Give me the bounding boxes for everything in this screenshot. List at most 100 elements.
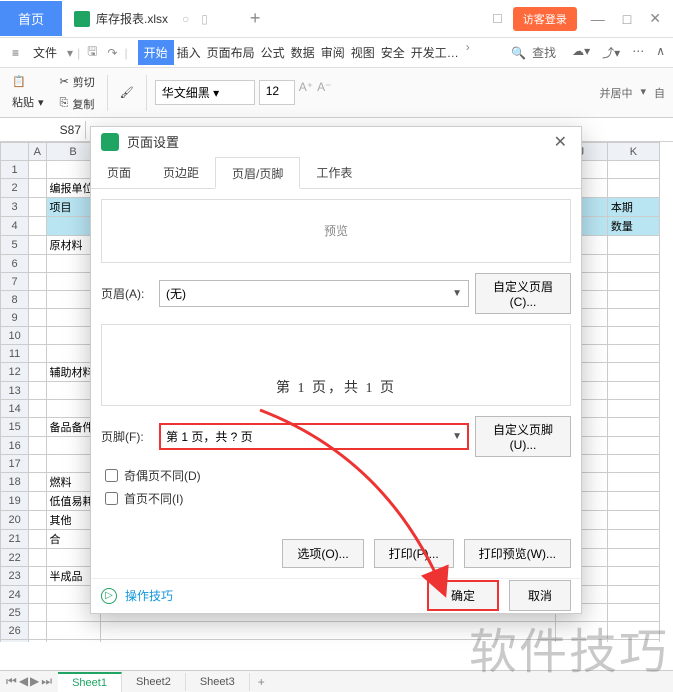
page-setup-dialog: 页面设置 ✕ 页面 页边距 页眉/页脚 工作表 预览 页眉(A): (无)▼ 自… [90, 126, 582, 614]
footer-select[interactable]: 第 1 页，共 ? 页▼ [159, 423, 469, 450]
ribbon-tab-formula[interactable]: 公式 [258, 40, 288, 65]
row-header[interactable]: 16 [1, 437, 29, 455]
cell[interactable] [46, 622, 100, 640]
row-header[interactable]: 3 [1, 198, 29, 217]
ribbon-tab-start[interactable]: 开始 [138, 40, 174, 65]
auto-button[interactable]: 自 [654, 85, 665, 101]
custom-footer-button[interactable]: 自定义页脚(U)... [475, 416, 571, 457]
header-select[interactable]: (无)▼ [159, 280, 469, 307]
ribbon-tab-page-layout[interactable]: 页面布局 [204, 40, 258, 65]
collapse-ribbon-icon[interactable]: ∧ [656, 44, 665, 61]
row-header[interactable]: 26 [1, 622, 29, 640]
chevron-down-icon: ▼ [452, 288, 462, 299]
dialog-close-button[interactable]: ✕ [550, 128, 571, 156]
row-header[interactable]: 12 [1, 363, 29, 382]
options-button[interactable]: 选项(O)... [282, 539, 363, 568]
minimize-button[interactable]: — [587, 7, 609, 31]
save-icon[interactable]: 🖫 [84, 42, 100, 63]
row-header[interactable]: 2 [1, 179, 29, 198]
search-label[interactable]: 查找 [532, 44, 556, 61]
row-header[interactable]: 25 [1, 604, 29, 622]
sheet-tab-1[interactable]: Sheet1 [58, 672, 122, 692]
cancel-button[interactable]: 取消 [509, 580, 571, 611]
ribbon-tab-view[interactable]: 视图 [348, 40, 378, 65]
print-button[interactable]: 打印(P)... [374, 539, 454, 568]
row-header[interactable]: 5 [1, 236, 29, 255]
row-header[interactable]: 20 [1, 511, 29, 530]
new-tab-button[interactable]: + [240, 8, 271, 29]
ribbon-tab-review[interactable]: 审阅 [318, 40, 348, 65]
row-header[interactable]: 24 [1, 586, 29, 604]
copy-button[interactable]: ⎘复制 [56, 94, 99, 114]
col-header[interactable]: A [29, 143, 46, 161]
merge-center-button[interactable]: 并居中 [599, 85, 632, 101]
row-header[interactable]: 8 [1, 291, 29, 309]
file-menu[interactable]: 文件 [27, 40, 63, 65]
add-sheet-button[interactable]: + [250, 675, 273, 689]
row-header[interactable]: 15 [1, 418, 29, 437]
row-header[interactable]: 10 [1, 327, 29, 345]
ok-button[interactable]: 确定 [427, 580, 499, 611]
cut-button[interactable]: ✂剪切 [56, 72, 99, 92]
more-icon[interactable]: ⋯ [632, 44, 644, 61]
name-box[interactable]: S87 [0, 121, 86, 139]
row-header[interactable]: 18 [1, 473, 29, 492]
first-page-checkbox[interactable] [105, 492, 118, 505]
cloud-icon[interactable]: ☁▾ [572, 44, 590, 61]
row-header[interactable]: 7 [1, 273, 29, 291]
row-header[interactable]: 9 [1, 309, 29, 327]
dialog-tab-sheet[interactable]: 工作表 [300, 157, 368, 188]
sheet-nav-first[interactable]: ⏮ [6, 674, 17, 689]
row-header[interactable]: 14 [1, 400, 29, 418]
print-preview-button[interactable]: 打印预览(W)... [464, 539, 571, 568]
window-close-button[interactable]: ✕ [645, 6, 665, 31]
file-tab[interactable]: 库存报表.xlsx ○ ▯ [62, 4, 220, 33]
font-name-select[interactable]: 华文细黑 ▾ [155, 80, 255, 105]
ribbon-tab-insert[interactable]: 插入 [174, 40, 204, 65]
ribbon-tab-data[interactable]: 数据 [288, 40, 318, 65]
redo-icon[interactable]: ↷ [104, 46, 120, 60]
share-icon[interactable]: ⤴▾ [602, 44, 620, 61]
col-header[interactable]: K [607, 143, 659, 161]
row-header[interactable]: 11 [1, 345, 29, 363]
odd-even-checkbox[interactable] [105, 469, 118, 482]
sheet-nav-prev[interactable]: ◀ [19, 674, 28, 689]
hamburger-icon[interactable]: ≡ [8, 42, 23, 64]
row-header[interactable]: 27 [1, 640, 29, 643]
increase-font-icon[interactable]: A⁺ [299, 80, 313, 105]
paste-label[interactable]: 粘贴▾ [8, 92, 48, 112]
row-header[interactable]: 23 [1, 567, 29, 586]
select-all-corner[interactable] [1, 143, 29, 161]
ribbon-tab-security[interactable]: 安全 [378, 40, 408, 65]
row-header[interactable]: 17 [1, 455, 29, 473]
row-header[interactable]: 19 [1, 492, 29, 511]
row-header[interactable]: 1 [1, 161, 29, 179]
search-icon: 🔍 [511, 46, 526, 60]
custom-header-button[interactable]: 自定义页眉(C)... [475, 273, 571, 314]
cell[interactable] [46, 640, 100, 643]
bell-icon[interactable]: ☐ [492, 12, 503, 26]
font-size-select[interactable]: 12 [259, 80, 295, 105]
dialog-tab-header-footer[interactable]: 页眉/页脚 [215, 157, 300, 189]
sheet-nav-last[interactable]: ⏭ [41, 674, 52, 689]
maximize-button[interactable]: □ [619, 7, 635, 31]
row-header[interactable]: 21 [1, 530, 29, 549]
row-header[interactable]: 6 [1, 255, 29, 273]
dialog-tab-margins[interactable]: 页边距 [147, 157, 215, 188]
sheet-nav-next[interactable]: ▶ [30, 674, 39, 689]
row-header[interactable]: 4 [1, 217, 29, 236]
sheet-tab-3[interactable]: Sheet3 [186, 673, 250, 691]
row-header[interactable]: 13 [1, 382, 29, 400]
help-icon[interactable]: ▷ [101, 588, 117, 604]
home-tab[interactable]: 首页 [0, 1, 62, 36]
dialog-tab-page[interactable]: 页面 [91, 157, 147, 188]
help-link[interactable]: 操作技巧 [125, 587, 173, 604]
sheet-tab-2[interactable]: Sheet2 [122, 673, 186, 691]
paste-button[interactable]: 📋 [8, 73, 30, 90]
row-header[interactable]: 22 [1, 549, 29, 567]
dialog-title: 页面设置 [127, 132, 179, 151]
decrease-font-icon[interactable]: A⁻ [317, 80, 331, 105]
ribbon-tab-developer[interactable]: 开发工… [408, 40, 462, 65]
guest-login-button[interactable]: 访客登录 [513, 7, 577, 31]
format-painter-button[interactable]: 🖌 [116, 84, 138, 101]
